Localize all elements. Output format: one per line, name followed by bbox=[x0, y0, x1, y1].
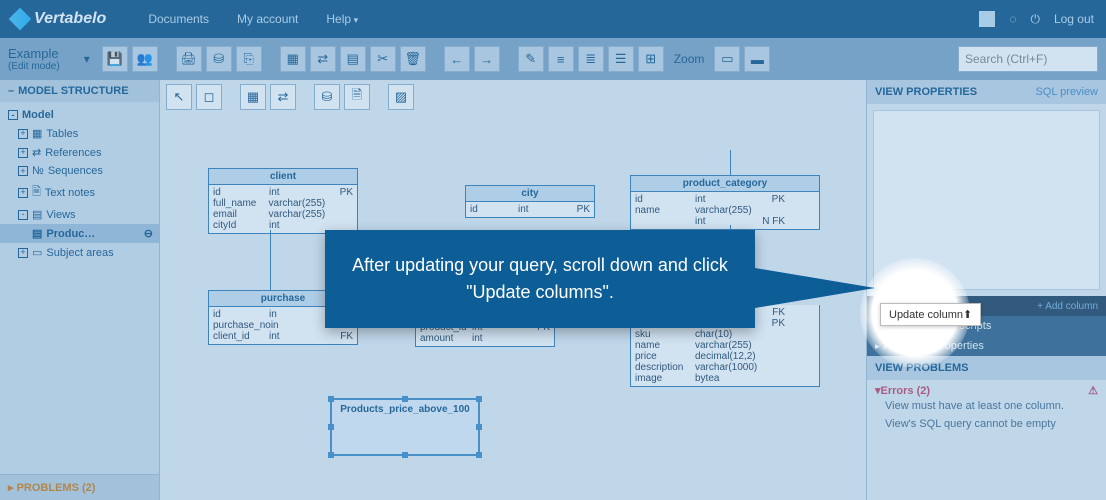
add-seq-icon[interactable]: ⛁ bbox=[314, 84, 340, 110]
export-sql-icon[interactable]: ⛁ bbox=[206, 46, 232, 72]
errors-list: ▾ Errors (2) ⚠ View must have at least o… bbox=[867, 380, 1106, 437]
doc-dropdown-icon[interactable]: ▾ bbox=[84, 52, 90, 66]
error-item[interactable]: View's SQL query cannot be empty bbox=[875, 415, 1098, 433]
doc-title[interactable]: Example (Edit mode) bbox=[8, 46, 80, 72]
tooltip-text: After updating your query, scroll down a… bbox=[352, 255, 728, 302]
avatar[interactable] bbox=[979, 11, 995, 27]
new-view-icon[interactable]: ▤ bbox=[340, 46, 366, 72]
add-table-icon[interactable]: ▦ bbox=[240, 84, 266, 110]
entity-client[interactable]: client idintPK full_namevarchar(255) ema… bbox=[208, 168, 358, 234]
caret-right-icon: ▸ bbox=[875, 341, 880, 352]
logo-icon bbox=[9, 8, 32, 31]
tree-sequences[interactable]: +№Sequences bbox=[0, 162, 159, 180]
tutorial-tooltip: After updating your query, scroll down a… bbox=[325, 230, 755, 328]
entity-title: client bbox=[209, 169, 357, 185]
zoom-fit-icon[interactable]: ▭ bbox=[714, 46, 740, 72]
nav-my-account[interactable]: My account bbox=[225, 6, 310, 32]
add-area-icon[interactable]: ▨ bbox=[388, 84, 414, 110]
edit-icon[interactable]: ✎ bbox=[518, 46, 544, 72]
entity-title: city bbox=[466, 186, 594, 202]
cut-icon[interactable]: ✂ bbox=[370, 46, 396, 72]
doc-name: Example bbox=[8, 46, 59, 61]
cursor-click-icon: ⬆ bbox=[963, 309, 972, 321]
save-icon[interactable]: 💾 bbox=[102, 46, 128, 72]
power-icon: ⏻ bbox=[1030, 12, 1040, 27]
redo-icon[interactable]: → bbox=[474, 46, 500, 72]
sql-editor-area[interactable] bbox=[873, 110, 1100, 290]
entity-city[interactable]: city idintPK bbox=[465, 185, 595, 218]
tree-root[interactable]: -Model bbox=[0, 106, 159, 124]
problems-bar[interactable]: ▸ PROBLEMS (2) bbox=[0, 474, 159, 500]
panel-title: MODEL STRUCTURE bbox=[18, 85, 128, 97]
view-products-price-above-100[interactable]: Products_price_above_100 bbox=[330, 398, 480, 456]
add-column-link[interactable]: + Add column bbox=[1037, 301, 1098, 312]
entity-title: product_category bbox=[631, 176, 819, 192]
align-right-icon[interactable]: ☰ bbox=[608, 46, 634, 72]
model-structure-panel: – MODEL STRUCTURE -Model +▦Tables +⇄Refe… bbox=[0, 80, 160, 500]
search-input[interactable]: Search (Ctrl+F) bbox=[958, 46, 1098, 72]
nav-documents[interactable]: Documents bbox=[136, 6, 221, 32]
view-properties-header: VIEW PROPERTIES SQL preview bbox=[867, 80, 1106, 104]
new-ref-icon[interactable]: ⇄ bbox=[310, 46, 336, 72]
tree-view-item[interactable]: ▤Produc…⊖ bbox=[0, 224, 159, 243]
panel-title: VIEW PROPERTIES bbox=[875, 86, 977, 98]
update-columns-button[interactable]: Update column⬆ bbox=[880, 303, 981, 326]
zoom-actual-icon[interactable]: ▬ bbox=[744, 46, 770, 72]
error-item[interactable]: View must have at least one column. bbox=[875, 397, 1098, 415]
entity-product-category[interactable]: product_category idintPK namevarchar(255… bbox=[630, 175, 820, 230]
collapse-icon: – bbox=[8, 85, 14, 97]
align-left-icon[interactable]: ≡ bbox=[548, 46, 574, 72]
logout-link[interactable]: Log out bbox=[1054, 12, 1094, 26]
view-title: Products_price_above_100 bbox=[332, 400, 478, 419]
model-structure-header[interactable]: – MODEL STRUCTURE bbox=[0, 80, 159, 102]
brand-text: Vertabelo bbox=[34, 10, 106, 28]
export-xml-icon[interactable]: ⎘ bbox=[236, 46, 262, 72]
zoom-label: Zoom bbox=[674, 52, 705, 66]
nav-right: ◌ ⏻ Log out bbox=[979, 11, 1094, 27]
align-center-icon[interactable]: ≣ bbox=[578, 46, 604, 72]
caret-down-icon: ▾ bbox=[875, 301, 880, 312]
share-icon[interactable]: 👥 bbox=[132, 46, 158, 72]
nav-help[interactable]: Help bbox=[314, 6, 370, 32]
model-tree: -Model +▦Tables +⇄References +№Sequences… bbox=[0, 102, 159, 266]
sql-preview-link[interactable]: SQL preview bbox=[1035, 86, 1098, 98]
tree-tables[interactable]: +▦Tables bbox=[0, 124, 159, 143]
add-ref-icon[interactable]: ⇄ bbox=[270, 84, 296, 110]
errors-title[interactable]: ▾ Errors (2) ⚠ bbox=[875, 384, 1098, 397]
canvas-toolbar: ↖ ◻ ▦ ⇄ ⛁ 🗎 ▨ bbox=[166, 84, 414, 110]
delete-icon[interactable]: 🗑 bbox=[400, 46, 426, 72]
print-icon[interactable]: 🖨 bbox=[176, 46, 202, 72]
pointer-tool-icon[interactable]: ↖ bbox=[166, 84, 192, 110]
properties-section[interactable]: ▸ Additional properties bbox=[867, 336, 1106, 356]
marquee-tool-icon[interactable]: ◻ bbox=[196, 84, 222, 110]
undo-icon[interactable]: ← bbox=[444, 46, 470, 72]
new-table-icon[interactable]: ▦ bbox=[280, 46, 306, 72]
view-problems-header: VIEW PROBLEMS bbox=[867, 356, 1106, 380]
tree-references[interactable]: +⇄References bbox=[0, 143, 159, 162]
top-nav: Vertabelo Documents My account Help ◌ ⏻ … bbox=[0, 0, 1106, 38]
nav-links: Documents My account Help bbox=[136, 6, 370, 32]
caret-right-icon: ▸ bbox=[875, 321, 880, 332]
brand-logo[interactable]: Vertabelo bbox=[12, 10, 106, 28]
doc-mode: (Edit mode) bbox=[8, 61, 60, 72]
toolbar: Example (Edit mode) ▾ 💾 👥 🖨 ⛁ ⎘ ▦ ⇄ ▤ ✂ … bbox=[0, 38, 1106, 80]
add-note-icon[interactable]: 🗎 bbox=[344, 84, 370, 110]
tree-views[interactable]: -▤Views bbox=[0, 205, 159, 224]
tree-textnotes[interactable]: +🗎Text notes bbox=[0, 180, 159, 205]
section-label: Additional properties bbox=[884, 340, 984, 352]
warning-icon: ⚠ bbox=[1088, 384, 1098, 397]
distribute-icon[interactable]: ⊞ bbox=[638, 46, 664, 72]
tree-subject-areas[interactable]: +▭Subject areas bbox=[0, 243, 159, 262]
view-properties-panel: VIEW PROPERTIES SQL preview ▾ Columns + … bbox=[866, 80, 1106, 500]
chat-icon[interactable]: ◌ bbox=[1009, 12, 1016, 26]
